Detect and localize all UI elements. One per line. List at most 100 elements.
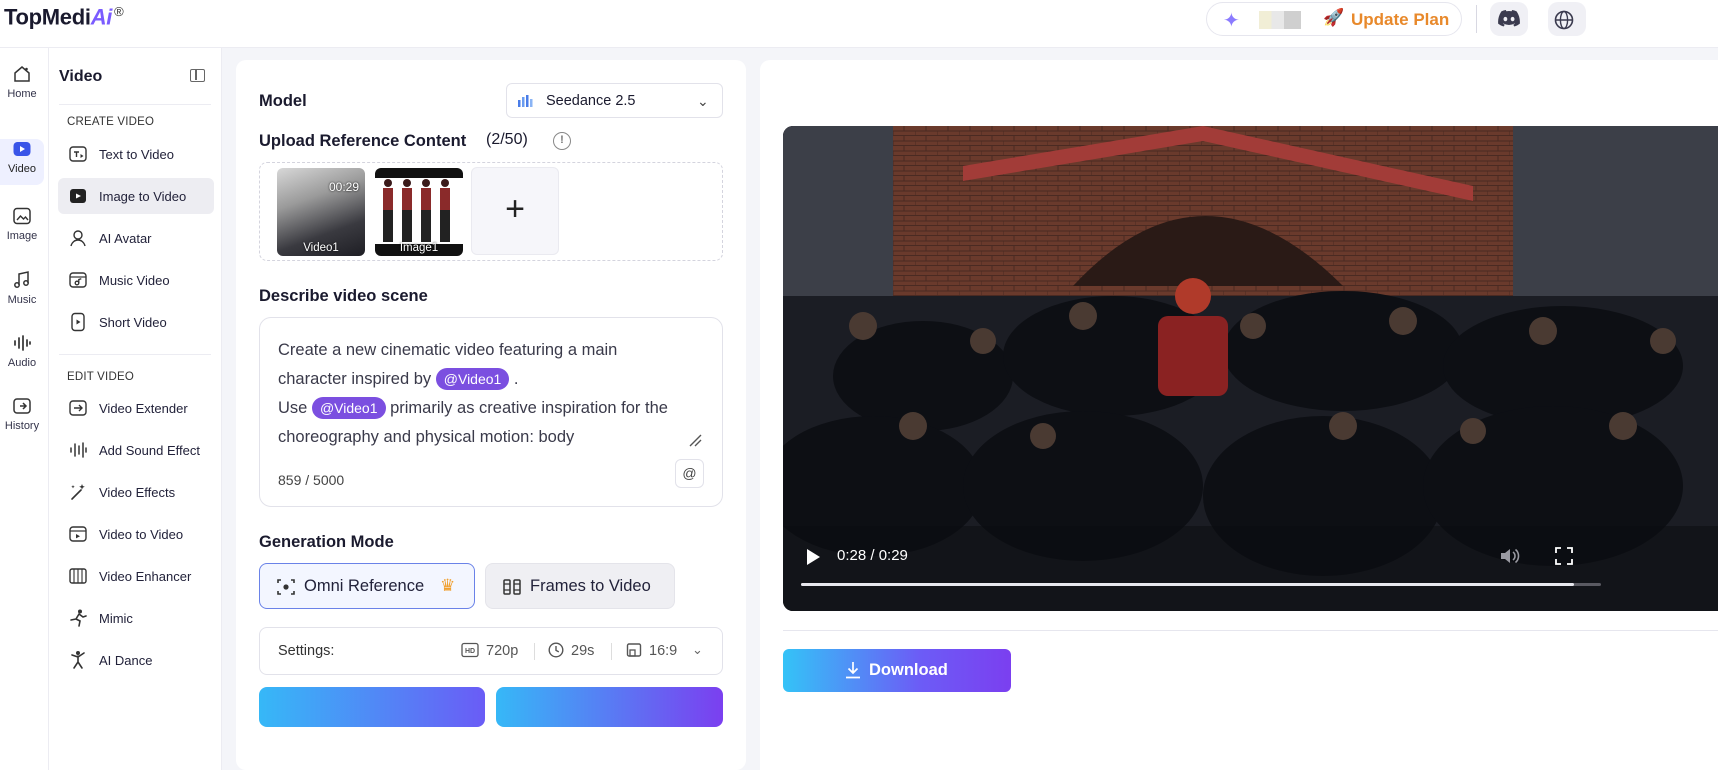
rail-item-image[interactable]: Image [0,206,44,252]
mode-label: Frames to Video [530,577,651,595]
header-divider [1476,5,1477,33]
rail-label: Video [8,163,36,175]
resolution-value: 720p [486,643,519,659]
enhancer-icon [69,568,87,584]
download-icon [846,662,860,679]
crown-icon: ♛ [440,576,456,595]
generate-pro-button[interactable] [496,687,723,727]
thumb-tag: Image1 [399,242,439,254]
rail-label: Music [7,294,37,306]
sidebar-item-ai-avatar[interactable]: AI Avatar [58,220,214,256]
omni-reference-icon [277,579,295,595]
prompt-line: Create a new cinematic video featuring a… [278,341,618,359]
sidebar-item-text-to-video[interactable]: Text to Video [58,136,214,172]
volume-icon[interactable] [1499,546,1521,566]
rail-label: Home [7,88,37,100]
plan-pill[interactable]: ✦ 🚀 Update Plan [1206,2,1462,36]
mention-chip[interactable]: @Video1 [311,397,386,419]
mode-omni-reference[interactable]: Omni Reference ♛ [259,563,475,609]
aspect-ratio-icon [626,643,642,657]
generate-standard-button[interactable] [259,687,485,727]
sidebar-item-ai-dance[interactable]: AI Dance [58,642,214,678]
rail-item-video[interactable]: Video [0,139,44,185]
prompt-textarea[interactable]: Create a new cinematic video featuring a… [259,317,723,507]
dance-icon [71,651,85,669]
rail-label: Audio [7,357,37,369]
model-chart-icon [518,95,533,107]
fullscreen-icon[interactable] [1555,547,1573,565]
generation-mode-label: Generation Mode [259,533,394,551]
top-bar: TopMediAi ® ✦ 🚀 Update Plan [0,0,1718,48]
sidebar-item-image-to-video[interactable]: Image to Video [58,178,214,214]
discord-button[interactable] [1490,2,1528,36]
mode-frames-to-video[interactable]: Frames to Video [485,563,675,609]
generation-form: Model Seedance 2.5 ⌄ Upload Reference Co… [236,60,746,770]
rail-item-music[interactable]: Music [0,270,44,316]
mention-chip[interactable]: @Video1 [435,368,510,390]
sidebar-item-label: Video Extender [99,401,188,416]
section-create-video: CREATE VIDEO [67,116,155,128]
language-button[interactable] [1548,2,1586,36]
sidebar-title: Video [59,68,103,85]
prompt-line: choreography and physical motion: body [278,428,575,446]
aspect-setting[interactable]: 16:9 [626,642,677,659]
sidebar-item-label: Mimic [99,611,133,626]
aspect-value: 16:9 [649,643,678,659]
sidebar-item-label: Video Effects [99,485,176,500]
model-select[interactable]: Seedance 2.5 ⌄ [506,83,723,118]
model-value: Seedance 2.5 [546,93,636,109]
video-player[interactable]: 0:28 / 0:29 [783,126,1718,611]
prompt-text[interactable]: Create a new cinematic video featuring a… [278,336,708,452]
video-extender-icon [69,400,87,416]
upload-label: Upload Reference Content [259,132,467,150]
chevron-down-icon[interactable]: ⌄ [692,642,703,658]
history-icon [13,398,31,414]
download-label: Download [869,661,948,679]
rocket-icon: 🚀 [1323,8,1345,27]
sidebar-item-video-enhancer[interactable]: Video Enhancer [58,558,214,594]
resolution-setting[interactable]: HD 720p [461,642,518,659]
sidebar-item-video-to-video[interactable]: Video to Video [58,516,214,552]
settings-label: Settings: [278,643,335,659]
sidebar-item-label: Image to Video [99,189,187,204]
collapse-sidebar-icon[interactable] [190,69,205,82]
sidebar-item-label: Short Video [99,315,167,330]
prompt-fragment: . [513,370,519,388]
settings-divider [611,643,612,660]
model-label: Model [259,92,307,110]
frames-icon [503,579,521,595]
discord-icon [1498,10,1520,27]
add-reference-button[interactable]: + [471,167,559,255]
rail-item-audio[interactable]: Audio [0,333,44,379]
rail-item-history[interactable]: History [0,396,44,442]
play-icon[interactable] [805,548,821,566]
sidebar-item-mimic[interactable]: Mimic [58,600,214,636]
mode-label: Omni Reference [304,577,425,595]
rail-item-home[interactable]: Home [0,64,44,110]
rail-label: History [4,420,40,432]
settings-bar[interactable]: Settings: HD 720p 29s 16:9 ⌄ [259,627,723,675]
upload-thumb-video[interactable]: 00:29 Video1 [277,168,365,256]
sidebar-item-video-effects[interactable]: Video Effects [58,474,214,510]
resize-handle-icon[interactable] [688,433,702,447]
duration-value: 29s [571,643,595,659]
sidebar-item-add-sound-effect[interactable]: Add Sound Effect [58,432,214,468]
download-button[interactable]: Download [783,649,1011,692]
sidebar-item-short-video[interactable]: Short Video [58,304,214,340]
sparkle-icon[interactable]: ✦ [1223,8,1240,33]
duration-setting[interactable]: 29s [548,642,594,659]
info-icon[interactable]: ! [553,132,571,150]
clock-icon [548,642,564,658]
magic-wand-icon [71,484,85,500]
upload-dropzone[interactable]: 00:29 Video1 Image1 + [259,162,723,261]
sidebar-item-music-video[interactable]: Music Video [58,262,214,298]
mention-button[interactable]: @ [675,459,704,488]
video-progress-bar[interactable] [801,583,1601,586]
brand-logo[interactable]: TopMediAi ® [4,4,124,30]
sidebar-item-video-extender[interactable]: Video Extender [58,390,214,426]
upload-thumb-image[interactable]: Image1 [375,168,463,256]
update-plan-button[interactable]: Update Plan [1351,10,1449,30]
image-icon [13,207,31,225]
sidebar-item-label: Add Sound Effect [99,443,200,458]
prompt-fragment: character inspired by [278,370,432,388]
